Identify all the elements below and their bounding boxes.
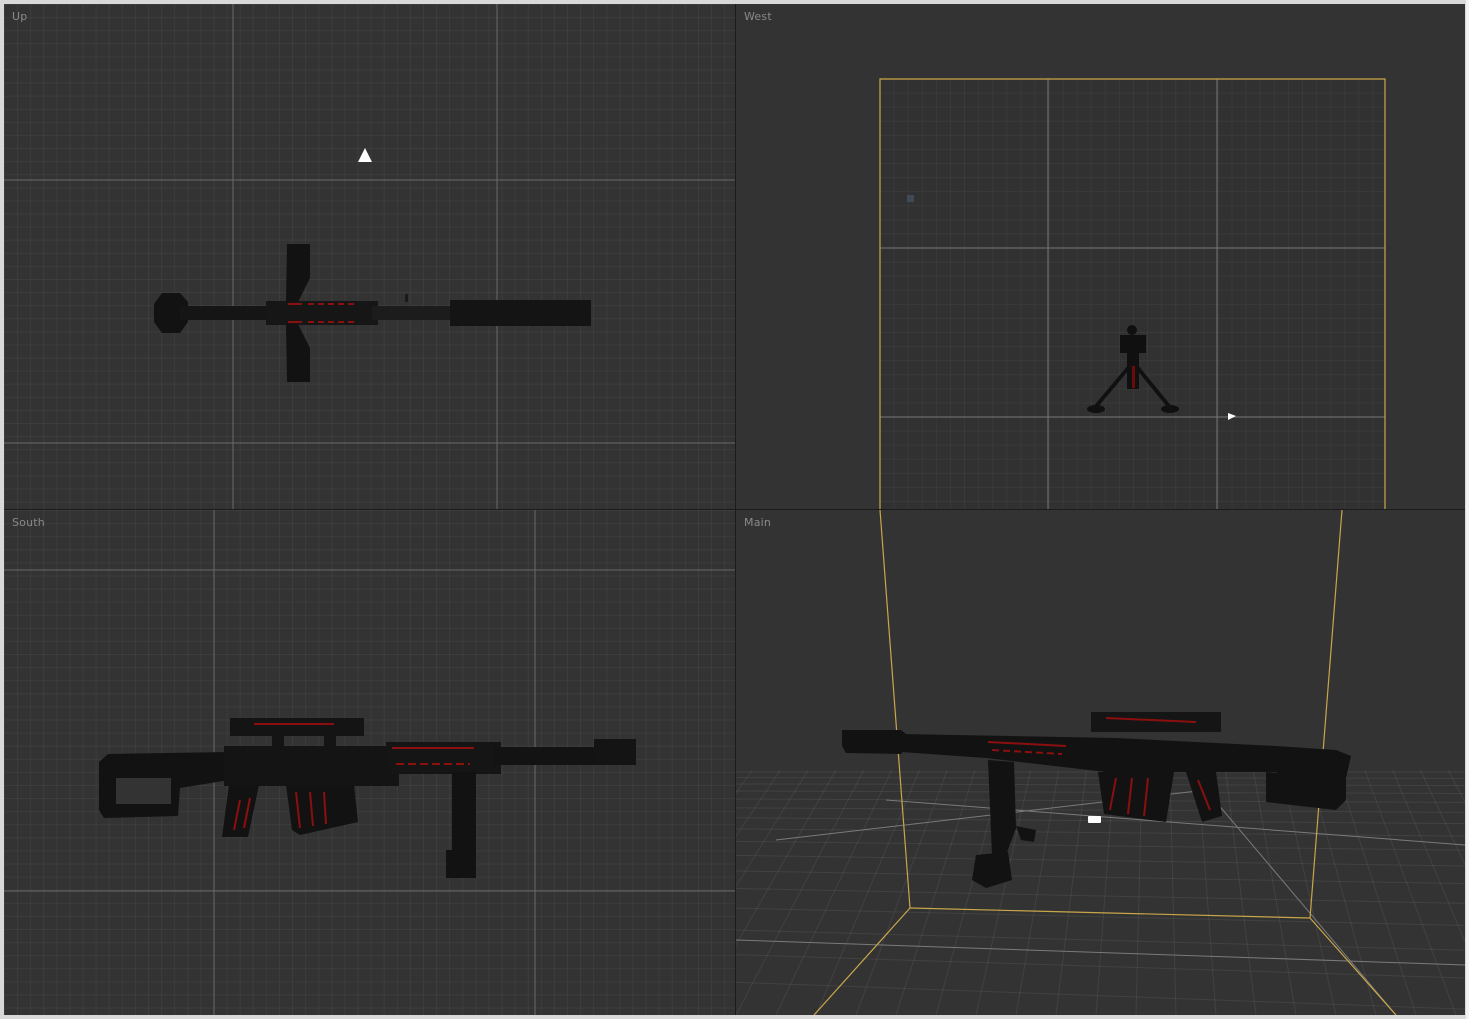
rifle-model-side-view[interactable] (99, 718, 636, 878)
perspective-grid (736, 769, 1465, 1015)
grid-line (775, 769, 893, 1015)
grid-line (736, 769, 809, 888)
viewport-layout: Up West South Main (4, 4, 1465, 1015)
viewport-south-canvas (4, 510, 735, 1015)
grid-line (736, 769, 753, 794)
viewport-west-canvas (879, 78, 1386, 509)
viewport-south[interactable]: South (4, 510, 735, 1015)
viewport-main-canvas (736, 510, 1465, 1015)
bounds-fill (880, 79, 1385, 509)
grid-line (1169, 769, 1177, 1015)
viewport-up[interactable]: Up (4, 4, 735, 509)
grid-line (1336, 769, 1417, 1015)
perspective-major-lines (736, 789, 1465, 1015)
grid-line (736, 870, 1465, 885)
viewport-label-up: Up (12, 10, 28, 23)
viewport-label-main: Main (744, 516, 772, 529)
grid-line (736, 769, 837, 947)
grid-line (736, 769, 781, 838)
viewport-label-west: West (744, 10, 772, 23)
grid-line (736, 887, 1465, 904)
grid-line (736, 981, 1465, 1010)
viewport-up-canvas (4, 4, 735, 509)
viewport-west[interactable]: West (736, 4, 1465, 509)
light-marker-icon[interactable] (1088, 816, 1101, 823)
camera-marker-icon[interactable] (358, 148, 372, 162)
grid-line (1364, 769, 1457, 1015)
grid-line (736, 790, 1465, 794)
grid-line (736, 907, 1465, 926)
light-marker-icon[interactable] (907, 195, 914, 202)
viewport-main[interactable]: Main (736, 510, 1465, 1015)
grid-line (815, 769, 920, 1015)
grid-line (1392, 769, 1465, 943)
grid-line (736, 807, 1465, 813)
major-grid-lines (4, 4, 735, 509)
viewport-label-south: South (12, 516, 45, 529)
grid-line (1225, 769, 1257, 1015)
rifle-model-top-view[interactable] (154, 244, 591, 382)
grid-line (736, 854, 1465, 867)
grid-line (736, 840, 1465, 851)
